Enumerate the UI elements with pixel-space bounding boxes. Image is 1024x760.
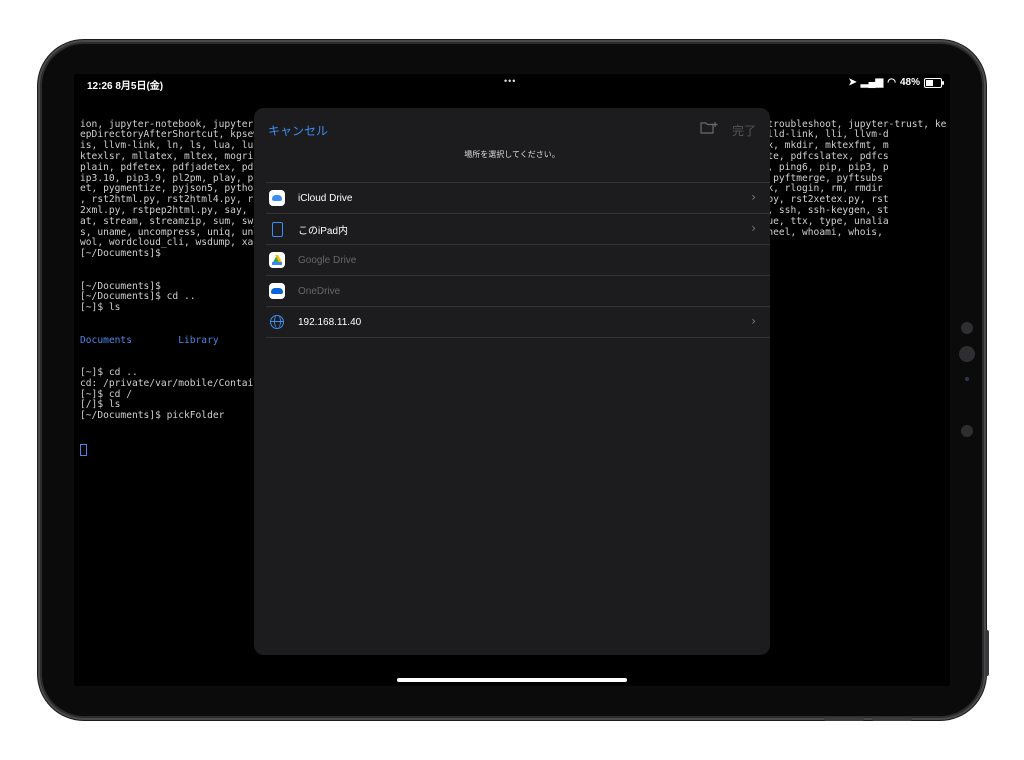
sensor-dot	[965, 377, 969, 381]
cancel-button[interactable]: キャンセル	[268, 122, 328, 139]
location-item-on-my-ipad[interactable]: このiPad内 ›	[266, 213, 770, 244]
chevron-right-icon: ›	[751, 221, 756, 235]
hardware-button	[872, 717, 912, 721]
location-label: 192.168.11.40	[298, 316, 362, 328]
battery-percent: 48%	[899, 77, 920, 88]
folder-picker-dialog: キャンセル 完了 場所を選択してください。 iCloud Drive › このi…	[254, 108, 770, 655]
location-item-network-server[interactable]: 192.168.11.40 ›	[266, 306, 770, 338]
sensor-dot	[961, 322, 973, 334]
signal-icon: ▂▄▆	[860, 77, 884, 88]
location-list: iCloud Drive › このiPad内 › Google Drive On…	[266, 182, 770, 338]
google-drive-icon	[269, 252, 285, 268]
status-right: ➤ ▂▄▆ ◠ 48%	[848, 77, 944, 88]
location-label: OneDrive	[298, 285, 341, 297]
location-item-icloud-drive[interactable]: iCloud Drive ›	[266, 182, 770, 213]
home-indicator[interactable]	[397, 678, 627, 682]
done-button[interactable]: 完了	[732, 122, 756, 139]
icloud-icon	[269, 190, 285, 206]
camera-icon	[959, 346, 975, 362]
status-time: 12:26 8月5日(金)	[87, 81, 164, 92]
terminal-cursor	[80, 443, 87, 456]
picker-title: 場所を選択してください。	[464, 150, 560, 159]
status-bar: 12:26 8月5日(金) ••• ➤ ▂▄▆ ◠ 48%	[74, 74, 950, 92]
battery-icon	[924, 77, 944, 88]
ipad-screen: 12:26 8月5日(金) ••• ➤ ▂▄▆ ◠ 48% ion, jupyt…	[74, 74, 950, 686]
multitasking-dots[interactable]: •••	[504, 76, 516, 86]
new-folder-icon[interactable]	[700, 121, 718, 137]
volume-button	[985, 630, 989, 676]
location-label: Google Drive	[298, 254, 357, 266]
globe-icon	[270, 315, 284, 329]
hardware-button	[824, 717, 864, 721]
sensor-dot	[961, 425, 973, 437]
ipad-icon	[271, 221, 283, 237]
location-item-google-drive[interactable]: Google Drive	[266, 244, 770, 275]
location-label: このiPad内	[298, 225, 349, 237]
location-item-onedrive[interactable]: OneDrive	[266, 275, 770, 306]
chevron-right-icon: ›	[751, 190, 756, 204]
new-folder-icon-svg	[700, 122, 718, 134]
battery-fill	[926, 79, 933, 86]
chevron-right-icon: ›	[751, 314, 756, 328]
wifi-icon: ◠	[887, 77, 896, 88]
location-icon: ➤	[848, 77, 857, 88]
onedrive-icon	[269, 283, 285, 299]
location-label: iCloud Drive	[298, 192, 353, 204]
